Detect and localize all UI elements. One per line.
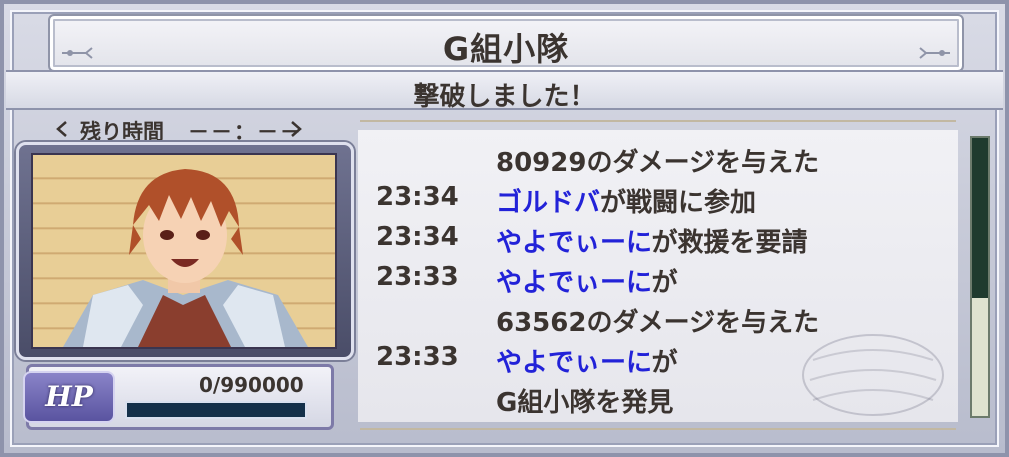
log-time: 23:33	[376, 262, 459, 292]
log-divider-top	[360, 120, 956, 122]
enemy-portrait	[31, 153, 337, 349]
log-text: が	[651, 268, 678, 298]
status-bar: 撃破しました！	[6, 70, 1003, 112]
hp-panel: HP 0/990000	[23, 364, 334, 430]
character-portrait-icon	[63, 169, 308, 347]
log-text: 80929のダメージを与えた	[496, 148, 820, 178]
log-message: やよでぃーにが	[496, 262, 678, 299]
hp-badge-label: HP	[45, 380, 93, 413]
log-time: 23:34	[376, 182, 459, 212]
log-message: やよでぃーにが	[496, 342, 678, 379]
log-message: 80929のダメージを与えた	[496, 142, 819, 179]
log-message: 63562のダメージを与えた	[496, 302, 819, 339]
remaining-time-row: 残り時間 －－：－－	[40, 114, 320, 144]
enemy-portrait-frame	[16, 142, 354, 360]
log-text: が	[651, 348, 678, 378]
log-text: が戦闘に参加	[600, 188, 757, 218]
log-message: G組小隊を発見	[496, 382, 673, 419]
log-time: 23:33	[376, 342, 459, 372]
postmark-decoration-icon	[802, 334, 944, 416]
log-text: が救援を要請	[651, 228, 808, 258]
ornament-right-icon	[919, 47, 950, 59]
player-name: やよでぃーに	[496, 268, 652, 298]
log-scrollbar-thumb[interactable]	[972, 138, 988, 298]
hp-badge-icon: HP	[23, 371, 115, 423]
timer-bracket-right-icon	[291, 121, 302, 137]
log-entry: 23:34 ゴルドバが戦闘に参加	[358, 180, 958, 220]
player-name: ゴルドバ	[496, 188, 601, 218]
timer-bracket-left-icon	[56, 121, 67, 137]
player-name: やよでぃーに	[496, 228, 652, 258]
player-name: やよでぃーに	[496, 348, 652, 378]
hp-value: 0/990000	[199, 373, 304, 397]
log-entry: 23:34 やよでぃーにが救援を要請	[358, 220, 958, 260]
log-divider-bottom	[360, 428, 956, 430]
log-text: 63562のダメージを与えた	[496, 308, 820, 338]
title-bar: G組小隊	[48, 14, 964, 72]
log-entry: 80929のダメージを与えた	[358, 140, 958, 180]
defeat-message: 撃破しました！	[413, 82, 596, 112]
hp-bar	[125, 401, 307, 419]
log-text: G組小隊を発見	[496, 388, 674, 418]
log-entry: 23:33 やよでぃーにが	[358, 260, 958, 300]
log-message: やよでぃーにが救援を要請	[496, 222, 808, 259]
log-message: ゴルドバが戦闘に参加	[496, 182, 756, 219]
log-time: 23:34	[376, 222, 459, 252]
unit-title: G組小隊	[442, 30, 570, 68]
log-scrollbar[interactable]	[970, 136, 990, 418]
